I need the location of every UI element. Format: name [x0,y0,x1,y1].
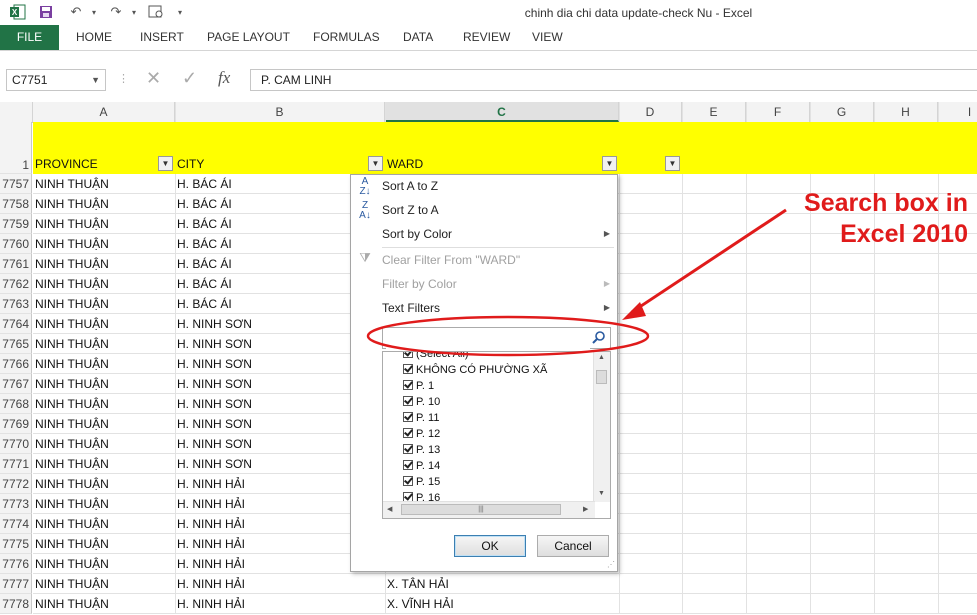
annotation-arrow-line [631,208,787,314]
annotation-line-2: Excel 2010 [840,220,968,248]
annotation-overlay [366,208,787,357]
annotation-text: Search box in Excel 2010 [788,188,968,250]
annotation-line-1: Search box in [804,189,968,217]
annotation-ellipse [366,315,650,357]
